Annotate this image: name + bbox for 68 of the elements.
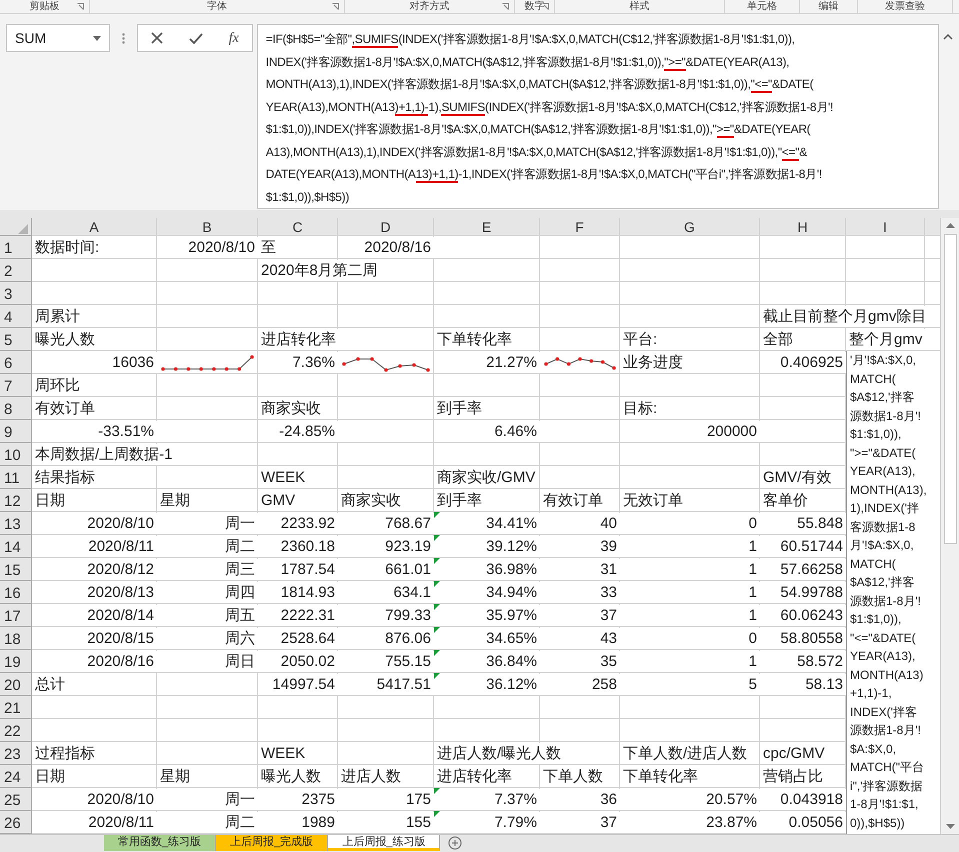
row-header[interactable]: 21	[0, 696, 32, 719]
row-header[interactable]: 6	[0, 351, 32, 374]
row-header[interactable]: 2	[0, 259, 32, 282]
row-header[interactable]: 16	[0, 581, 32, 604]
ribbon-group-label: 对齐方式	[410, 1, 450, 13]
error-indicator-icon[interactable]	[434, 811, 440, 817]
dialog-launcher-icon[interactable]	[502, 3, 509, 10]
row-header[interactable]: 18	[0, 627, 32, 650]
scroll-up-icon[interactable]	[946, 223, 954, 228]
checkmark-icon[interactable]	[188, 32, 203, 44]
dialog-launcher-icon[interactable]	[332, 3, 339, 10]
formula-field[interactable]	[256, 24, 940, 209]
ribbon-group-label: 编辑	[818, 1, 838, 13]
table-cell: 整个月gmv	[846, 329, 926, 350]
dialog-launcher-icon[interactable]	[77, 3, 84, 10]
row-header[interactable]: 25	[0, 788, 32, 811]
row-header[interactable]: 19	[0, 650, 32, 673]
row-header[interactable]: 12	[0, 489, 32, 512]
collapse-icon[interactable]	[943, 34, 954, 40]
error-indicator-icon[interactable]	[434, 558, 440, 564]
row-header[interactable]: 14	[0, 535, 32, 558]
scrollbar-thumb[interactable]	[944, 234, 956, 544]
name-box-value: SUM	[15, 28, 46, 48]
table-cell: 进店转化率	[258, 329, 339, 350]
row-header[interactable]: 15	[0, 558, 32, 581]
name-box[interactable]: SUM	[6, 24, 110, 52]
row-header[interactable]: 10	[0, 443, 32, 466]
row-header[interactable]: 1	[0, 236, 32, 259]
sheet-tab[interactable]: 上后周报_练习版	[328, 835, 440, 851]
error-indicator-icon[interactable]	[434, 627, 440, 633]
row-header[interactable]: 5	[0, 328, 32, 351]
row-header[interactable]: 20	[0, 673, 32, 696]
error-indicator-icon[interactable]	[434, 650, 440, 656]
error-indicator-icon[interactable]	[434, 535, 440, 541]
error-indicator-icon[interactable]	[434, 604, 440, 610]
ribbon-group-label: 字体	[207, 1, 227, 13]
row-header[interactable]: 26	[0, 811, 32, 834]
row-header[interactable]: 22	[0, 719, 32, 742]
dropdown-caret-icon	[92, 36, 101, 40]
sheet-tab[interactable]: 常用函数_练习版	[104, 835, 216, 851]
insert-function-button[interactable]: fx	[228, 28, 239, 48]
cancel-icon[interactable]	[150, 32, 163, 44]
row-header[interactable]: 17	[0, 604, 32, 627]
ribbon-group-label: 样式	[630, 1, 650, 13]
row-header[interactable]: 11	[0, 466, 32, 489]
row-header[interactable]: 23	[0, 742, 32, 765]
dialog-launcher-icon[interactable]	[542, 3, 549, 10]
ribbon-group-label: 单元格	[747, 1, 777, 13]
row-header[interactable]: 13	[0, 512, 32, 535]
ribbon-group-label: 发票查验	[885, 1, 925, 13]
row-header[interactable]: 4	[0, 305, 32, 328]
cell-editor[interactable]	[846, 351, 940, 834]
scroll-down-icon[interactable]	[946, 824, 954, 829]
row-header[interactable]: 3	[0, 282, 32, 305]
error-indicator-icon[interactable]	[434, 581, 440, 587]
add-sheet-icon[interactable]	[448, 836, 462, 850]
row-header[interactable]: 7	[0, 374, 32, 397]
grip-icon	[122, 33, 125, 44]
row-header[interactable]: 24	[0, 765, 32, 788]
cell-editor-text: '月'!$A:$X,0, MATCH( $A$12,'拌客 源数据1-8月'! $1:$1,0)), ">="&DATE( YEAR(A13), MONTH(A13), 1),INDEX('拌 客源数据1-8 月'!$A:$X,0, MATCH( $A$12,'拌客 源数据1-8月'! $1:$1,0)), "<="&DATE( YEAR(A13), MONTH(A13) +1,1)-1, INDEX('拌客 源数据1-8月'! $A:$X,0, MATCH("平台 i",'拌客源数据 1-8月'!$1:$1, 0)),$H$5))	[850, 352, 928, 832]
row-header[interactable]: 8	[0, 397, 32, 420]
ribbon-group-label: 剪贴板	[30, 1, 60, 13]
formula-text: =IF($H$5="全部",SUMIFS(INDEX('拌客源数据1-8月'!$A:$X,0,MATCH(C$12,'拌客源数据1-8月'!$1:$1,0)), INDEX('拌客源数据1-8月'!$A:$X,0,MATCH($A$12,'拌客源数据1-8月'!$1:$1,0)),">="&DATE(YEAR(A13), MONTH(A13),1),INDEX('拌客源数据1-8月'!$A:$X,0,MATCH($A$12,'拌客源数据1-8月'!$1:$1,0)),"<="&DATE( YEAR(A13),MONTH(A13)+1,1)-1),SUMIFS(INDEX('拌客源数据1-8月'!$A:$X,0,MATCH(C$12,'拌客源数据1-8月'! $1:$1,0)),INDEX('拌客源数据1-8月'!$A:$X,0,MATCH($A$12,'拌客源数据1-8月'!$1:$1,0)),">="&DATE(YEAR( A13),MONTH(A13),1),INDEX('拌客源数据1-8月'!$A:$X,0,MATCH($A$12,'拌客源数据1-8月'!$1:$1,0)),"<="& DATE(YEAR(A13),MONTH(A13)+1,1)-1,INDEX('拌客源数据1-8月'!$A:$X,0,MATCH("平台i",'拌客源数据1-8月'! $1:$1,0)),$H$5))	[266, 31, 834, 206]
row-header[interactable]: 9	[0, 420, 32, 443]
sheet-tab[interactable]: 上后周报_完成版	[216, 835, 328, 851]
error-indicator-icon[interactable]	[434, 673, 440, 679]
vertical-scrollbar[interactable]	[940, 218, 959, 834]
ribbon-group-label: 数字	[524, 1, 544, 13]
